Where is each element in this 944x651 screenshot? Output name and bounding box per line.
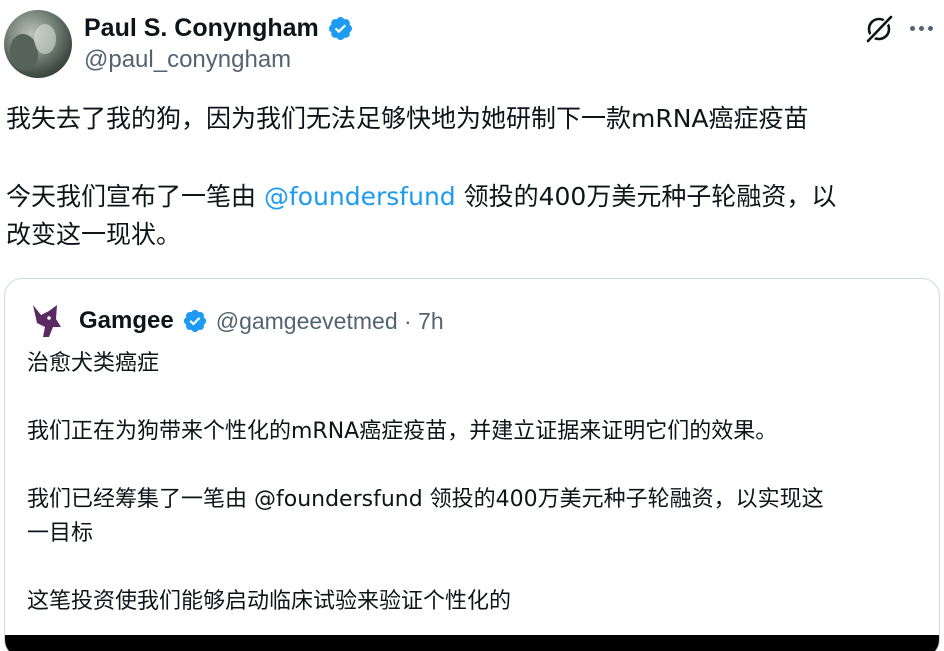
quoted-author-avatar[interactable]: [27, 301, 67, 341]
quoted-tweet-body: 治愈犬类癌症 我们正在为狗带来个性化的mRNA癌症疫苗，并建立证据来证明它们的效…: [27, 347, 927, 619]
quoted-text-line: 一目标: [27, 521, 94, 546]
author-avatar[interactable]: [4, 10, 72, 78]
tweet-body: 我失去了我的狗，因为我们无法足够快地为她研制下一款mRNA癌症疫苗 今天我们宣布…: [6, 100, 936, 254]
author-display-name[interactable]: Paul S. Conyngham: [84, 14, 319, 43]
quoted-author-handle-time[interactable]: @gamgeevetmed · 7h: [216, 308, 444, 335]
author-handle[interactable]: @paul_conyngham: [84, 46, 291, 74]
dog-logo-icon: [33, 305, 61, 337]
grok-icon[interactable]: [864, 14, 894, 44]
quoted-tweet-header: Gamgee @gamgeevetmed · 7h: [27, 301, 444, 341]
tweet-text-line: 今天我们宣布了一笔由 @foundersfund 领投的400万美元种子轮融资，…: [6, 178, 936, 216]
verified-badge-icon: [328, 16, 352, 40]
more-horizontal-icon[interactable]: [910, 18, 938, 38]
tweet-text-segment: 领投的400万美元种子轮融资，以: [455, 182, 837, 211]
verified-badge-icon: [183, 309, 206, 333]
quoted-text-line: 我们正在为狗带来个性化的mRNA癌症疫苗，并建立证据来证明它们的效果。: [27, 419, 778, 444]
quoted-author-display-name[interactable]: Gamgee: [79, 307, 174, 335]
quoted-text-line: 治愈犬类癌症: [27, 351, 160, 376]
tweet-text-line: 我失去了我的狗，因为我们无法足够快地为她研制下一款mRNA癌症疫苗: [6, 104, 809, 133]
tweet-text-segment: 今天我们宣布了一笔由: [6, 182, 264, 211]
quoted-text-line: 这笔投资使我们能够启动临床试验来验证个性化的: [27, 589, 512, 614]
quoted-text-line: 我们已经筹集了一笔由 @foundersfund 领投的400万美元种子轮融资，…: [27, 487, 824, 512]
quoted-tweet-card[interactable]: Gamgee @gamgeevetmed · 7h 治愈犬类癌症 我们正在为狗带…: [4, 278, 940, 651]
author-name-row: Paul S. Conyngham: [84, 12, 354, 44]
tweet-header: Paul S. Conyngham @paul_conyngham: [0, 0, 944, 88]
tweet-text-line: 改变这一现状。: [6, 220, 182, 249]
quoted-media[interactable]: [5, 635, 939, 651]
mention-link[interactable]: @foundersfund: [264, 182, 456, 211]
